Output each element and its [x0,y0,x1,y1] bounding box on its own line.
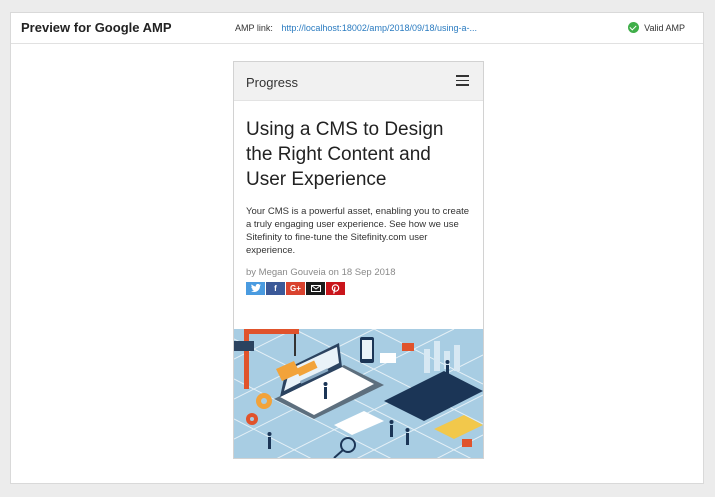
amp-header: Progress [234,62,483,101]
preview-panel: Preview for Google AMP AMP link: http://… [10,12,704,484]
email-share-button[interactable] [306,282,325,295]
twitter-icon [250,284,261,292]
pinterest-share-button[interactable] [326,282,345,295]
article-headline: Using a CMS to Design the Right Content … [246,119,444,190]
googleplus-icon: G+ [290,284,301,293]
preview-toolbar: Preview for Google AMP AMP link: http://… [11,13,703,44]
mail-icon [310,285,321,292]
isometric-illustration [234,329,483,458]
twitter-share-button[interactable] [246,282,265,295]
article: Using a CMS to Design the Right Content … [234,101,483,295]
amp-page-preview: Progress Using a CMS to Design the Right… [233,61,484,459]
article-byline: by Megan Gouveia on 18 Sep 2018 [246,267,396,278]
amp-link-label: AMP link: [235,23,273,33]
preview-title: Preview for Google AMP [21,20,172,35]
facebook-icon: f [274,284,277,293]
facebook-share-button[interactable]: f [266,282,285,295]
amp-link-row: AMP link: http://localhost:18002/amp/201… [235,23,477,33]
share-buttons: f G+ [246,282,471,295]
hamburger-menu-icon[interactable] [456,75,469,86]
check-circle-icon [628,22,640,33]
amp-link[interactable]: http://localhost:18002/amp/2018/09/18/us… [281,23,477,33]
site-brand[interactable]: Progress [246,75,298,90]
article-hero-image [234,329,483,458]
pinterest-icon [331,283,340,294]
googleplus-share-button[interactable]: G+ [286,282,305,295]
valid-amp-label: Valid AMP [644,22,685,33]
amp-validation-status: Valid AMP [628,22,685,33]
article-excerpt: Your CMS is a powerful asset, enabling y… [246,206,470,256]
